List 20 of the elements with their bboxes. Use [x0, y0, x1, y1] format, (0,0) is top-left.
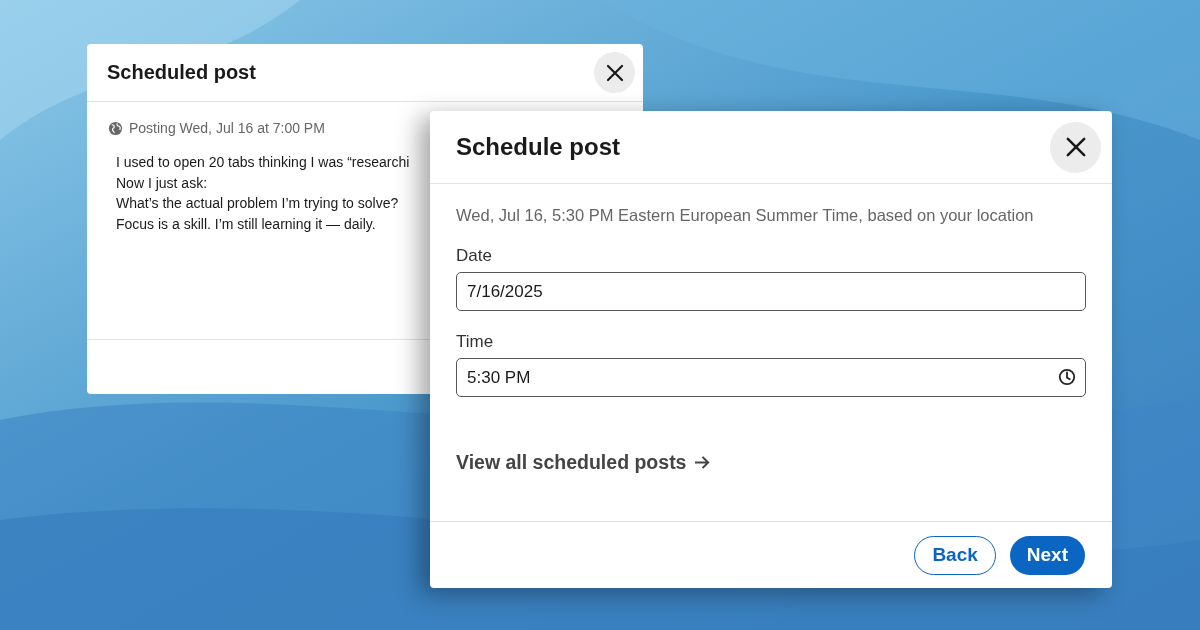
back-button[interactable]: Back: [914, 535, 996, 575]
post-text-line: What’s the actual problem I’m trying to solve?: [116, 194, 399, 213]
dialog-title: Schedule post: [456, 133, 621, 161]
date-field[interactable]: 7/16/2025: [456, 272, 1086, 311]
close-button[interactable]: [1050, 121, 1101, 173]
post-text-line: Now I just ask:: [116, 173, 208, 193]
dialog-title: Scheduled post: [107, 61, 256, 84]
globe-icon: [108, 120, 123, 136]
post-text-line: Focus is a skill. I’m still learning it — daily.: [116, 214, 376, 234]
post-text-line: I used to open 20 tabs thinking I was “researchi: [116, 153, 410, 172]
clock-icon[interactable]: [1058, 368, 1076, 386]
timezone-note: Wed, Jul 16, 5:30 PM Eastern European Summer Time, based on your location: [456, 206, 1035, 225]
arrow-icon: [694, 455, 712, 470]
time-field[interactable]: 5:30 PM: [456, 358, 1086, 397]
next-button[interactable]: Next: [1009, 535, 1085, 575]
field-label: Date: [456, 246, 492, 266]
close-button[interactable]: [594, 52, 635, 93]
posting-time: Posting Wed, Jul 16 at 7:00 PM: [129, 120, 325, 136]
field-label: Time: [456, 332, 494, 352]
scheduled-posts-link[interactable]: View all scheduled posts: [456, 451, 712, 474]
